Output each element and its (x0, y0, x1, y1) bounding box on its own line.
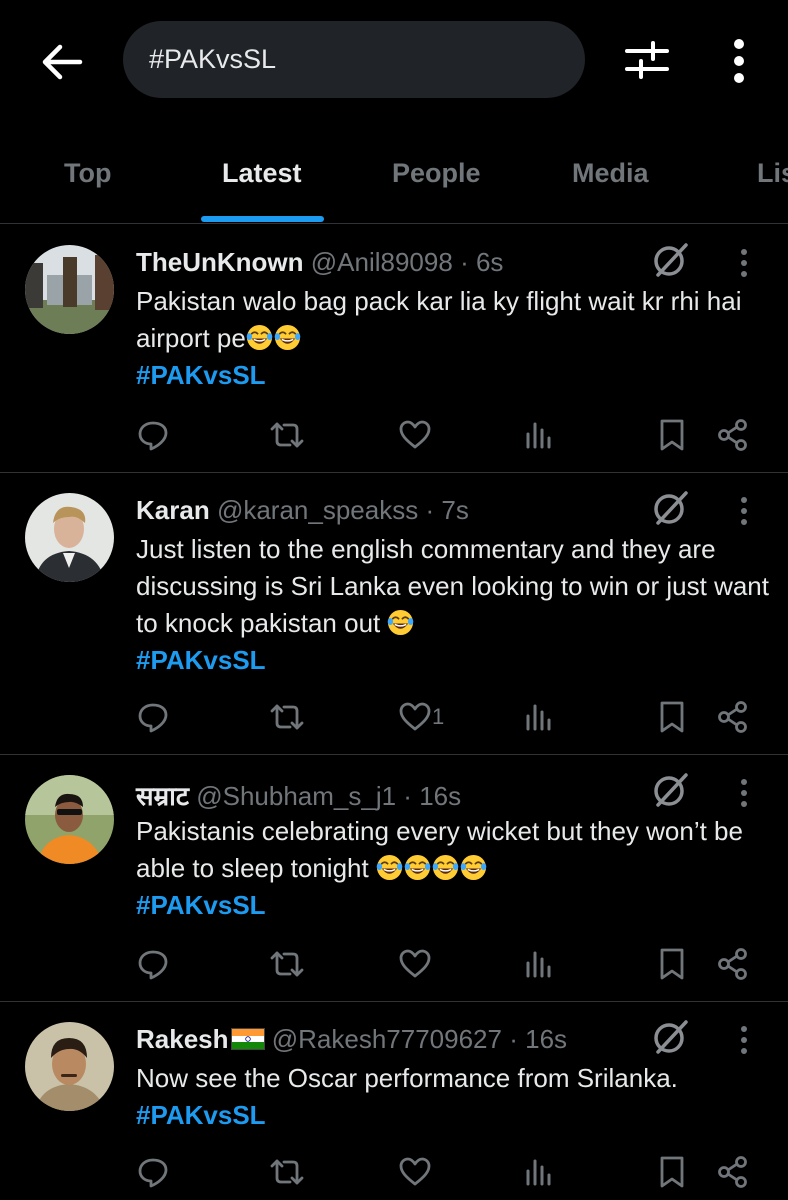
tweet[interactable]: Karan @karan_speakss · 7s Just listen to… (0, 473, 788, 755)
tweet-actions (0, 1152, 788, 1192)
search-query: #PAKvsSL (149, 44, 277, 74)
tweet-header: TheUnKnown @Anil89098 · 6s (136, 247, 503, 278)
views-icon[interactable] (524, 415, 554, 455)
separator-dot: · (403, 781, 412, 811)
tweet-body: Pakistanis celebrating every wicket but … (136, 813, 772, 924)
more-options-icon[interactable] (727, 38, 751, 84)
top-bar: #PAKvsSL (0, 0, 788, 130)
tweet-actions (0, 944, 788, 984)
tab-bar: Top Latest People Media Lis (0, 140, 788, 224)
user-handle[interactable]: @Anil89098 (311, 247, 453, 277)
views-icon[interactable] (524, 944, 554, 984)
avatar[interactable] (25, 493, 114, 582)
display-name[interactable]: TheUnKnown (136, 247, 304, 277)
tweet-text: Now see the Oscar performance from Srila… (136, 1063, 678, 1093)
tweet-more-icon[interactable] (735, 247, 753, 279)
hashtag-link[interactable]: #PAKvsSL (136, 1097, 772, 1134)
hashtag-link[interactable]: #PAKvsSL (136, 887, 772, 924)
share-icon[interactable] (716, 1152, 750, 1192)
bookmark-icon[interactable] (657, 697, 687, 737)
bookmark-icon[interactable] (657, 944, 687, 984)
tab-top[interactable]: Top (64, 158, 111, 189)
tweet-more-icon[interactable] (735, 495, 753, 527)
user-handle[interactable]: @karan_speakss (217, 495, 418, 525)
tweet-more-icon[interactable] (735, 777, 753, 809)
tab-lists[interactable]: Lis (757, 158, 788, 189)
like-button[interactable] (398, 944, 432, 984)
avatar[interactable] (25, 1022, 114, 1111)
back-arrow-icon[interactable] (40, 40, 84, 84)
reply-icon[interactable] (136, 697, 170, 737)
grok-icon[interactable] (652, 771, 690, 809)
bookmark-icon[interactable] (657, 1152, 687, 1192)
separator-dot: · (425, 495, 435, 525)
tab-latest[interactable]: Latest (222, 158, 302, 189)
tweet-actions: 1 (0, 697, 788, 737)
grok-icon[interactable] (652, 241, 690, 279)
share-icon[interactable] (716, 944, 750, 984)
bookmark-icon[interactable] (657, 415, 687, 455)
hashtag-link[interactable]: #PAKvsSL (136, 642, 772, 679)
tab-media[interactable]: Media (572, 158, 649, 189)
laughing-emoji-group (376, 853, 488, 883)
share-icon[interactable] (716, 415, 750, 455)
grok-icon[interactable] (652, 1018, 690, 1056)
grok-icon[interactable] (652, 489, 690, 527)
retweet-icon[interactable] (268, 944, 306, 984)
like-button[interactable] (398, 1152, 432, 1192)
india-flag-icon (230, 1028, 265, 1050)
tab-people[interactable]: People (392, 158, 481, 189)
reply-icon[interactable] (136, 1152, 170, 1192)
timestamp: 16s (525, 1024, 568, 1054)
tweet[interactable]: Rakesh @Rakesh77709627 · 16s Now see the… (0, 1002, 788, 1200)
timestamp: 7s (441, 495, 469, 525)
tweet[interactable]: सम्राट @Shubham_s_j1 · 16s Pakistanis ce… (0, 755, 788, 1002)
display-name[interactable]: सम्राट (136, 781, 189, 811)
tweet-header: सम्राट @Shubham_s_j1 · 16s (136, 777, 461, 813)
reply-icon[interactable] (136, 415, 170, 455)
hashtag-link[interactable]: #PAKvsSL (136, 357, 772, 394)
like-button[interactable]: 1 (398, 697, 444, 737)
retweet-icon[interactable] (268, 697, 306, 737)
tweet-header: Karan @karan_speakss · 7s (136, 495, 469, 526)
tweet-body: Now see the Oscar performance from Srila… (136, 1060, 772, 1134)
tweet-more-icon[interactable] (735, 1024, 753, 1056)
views-icon[interactable] (524, 1152, 554, 1192)
retweet-icon[interactable] (268, 1152, 306, 1192)
avatar[interactable] (25, 775, 114, 864)
tweet-text: Pakistan walo bag pack kar lia ky flight… (136, 286, 742, 353)
user-handle[interactable]: @Shubham_s_j1 (196, 781, 396, 811)
active-tab-indicator (201, 216, 324, 222)
share-icon[interactable] (716, 697, 750, 737)
filter-sliders-icon[interactable] (624, 40, 670, 80)
tweet-actions (0, 415, 788, 455)
tweet-body: Just listen to the english commentary an… (136, 531, 772, 679)
avatar[interactable] (25, 245, 114, 334)
display-name[interactable]: Rakesh (136, 1024, 229, 1054)
user-handle[interactable]: @Rakesh77709627 (272, 1024, 502, 1054)
reply-icon[interactable] (136, 944, 170, 984)
views-icon[interactable] (524, 697, 554, 737)
tweet-text: Just listen to the english commentary an… (136, 534, 769, 638)
timestamp: 6s (475, 247, 504, 277)
tweet[interactable]: TheUnKnown @Anil89098 · 6s Pakistan walo… (0, 225, 788, 473)
search-input[interactable]: #PAKvsSL (123, 21, 585, 98)
retweet-icon[interactable] (268, 415, 306, 455)
laughing-emoji-group (246, 323, 302, 353)
separator-dot: · (460, 247, 469, 277)
display-name[interactable]: Karan (136, 495, 210, 525)
laughing-emoji-group (387, 608, 415, 638)
tweet-header: Rakesh @Rakesh77709627 · 16s (136, 1024, 567, 1055)
separator-dot: · (509, 1024, 518, 1054)
like-button[interactable] (398, 415, 432, 455)
like-count: 1 (432, 704, 445, 729)
tweet-body: Pakistan walo bag pack kar lia ky flight… (136, 283, 772, 394)
timestamp: 16s (419, 781, 462, 811)
